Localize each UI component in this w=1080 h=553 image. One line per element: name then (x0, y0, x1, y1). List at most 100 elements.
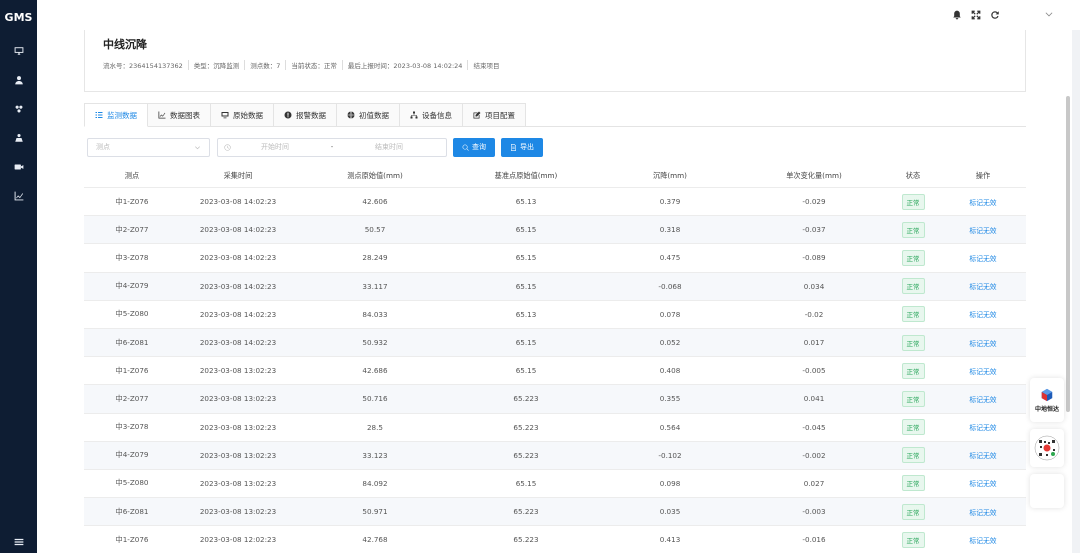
cell-settlement: 0.035 (659, 507, 681, 517)
fullscreen-button[interactable] (970, 9, 981, 20)
cell-action: 标记无效 (940, 450, 1026, 460)
tab-alarm-data[interactable]: 报警数据 (274, 103, 337, 127)
cell-action: 标记无效 (940, 478, 1026, 488)
sidebar-item-user[interactable] (0, 65, 37, 94)
sidebar-item-video[interactable] (0, 152, 37, 181)
monitor-icon (221, 112, 229, 119)
date-range-picker[interactable]: 开始时间 - 结束时间 (217, 137, 447, 157)
cell-base: 65.15 (515, 338, 537, 348)
mark-invalid-link[interactable]: 标记无效 (969, 452, 996, 460)
sidebar-item-org[interactable] (0, 94, 37, 123)
mark-invalid-link[interactable]: 标记无效 (969, 480, 996, 488)
column-header[interactable]: 状态 (886, 171, 940, 181)
point-select[interactable]: 测点 (87, 137, 210, 157)
column-header[interactable]: 基准点原始值(mm) (454, 171, 598, 181)
cell-change: 0.027 (803, 478, 825, 488)
cell-raw: 42.686 (362, 366, 388, 376)
meta-point-count: 测点数：7 (244, 60, 285, 70)
cell-raw: 33.123 (362, 450, 388, 460)
company-logo-label: 中地恒达 (1034, 405, 1059, 413)
mark-invalid-link[interactable]: 标记无效 (969, 537, 996, 545)
table-row: 中3-Z078 2023-03-08 13:02:23 28.5 65.223 0.56… (84, 414, 1026, 442)
cell-status: 正常 (886, 221, 940, 238)
sidebar-item-monitor[interactable] (0, 36, 37, 65)
cell-point: 中4-Z079 (115, 450, 149, 460)
cell-action: 标记无效 (940, 309, 1026, 319)
sidebar-menu-toggle[interactable] (0, 537, 37, 547)
tab-initial-data[interactable]: 初值数据 (337, 103, 400, 127)
query-button[interactable]: 查询 (453, 137, 495, 157)
column-header[interactable]: 单次变化量(mm) (742, 171, 886, 181)
cell-change: 0.041 (803, 394, 825, 404)
start-time-input[interactable]: 开始时间 (231, 142, 319, 152)
end-project-link[interactable]: 结束项目 (467, 60, 504, 70)
cell-time: 2023-03-08 14:02:23 (199, 225, 277, 235)
cell-status: 正常 (886, 447, 940, 464)
team-icon (14, 133, 23, 142)
sidebar-item-chart[interactable] (0, 181, 37, 210)
video-icon (14, 164, 23, 169)
column-header[interactable]: 测点 (84, 171, 180, 181)
cell-point: 中1-Z076 (115, 534, 149, 544)
status-badge: 正常 (901, 475, 925, 492)
sidebar-item-team[interactable] (0, 123, 37, 152)
table-row: 中1-Z076 2023-03-08 14:02:23 42.606 65.13 0.3… (84, 188, 1026, 217)
cell-raw: 84.033 (362, 309, 388, 319)
cell-point: 中2-Z077 (115, 224, 149, 234)
file-icon (511, 143, 516, 151)
meta-status: 当前状态：正常 (285, 60, 342, 70)
cell-point: 中5-Z080 (115, 478, 149, 488)
cell-settlement: 0.379 (659, 197, 681, 207)
scrollbar[interactable] (1066, 96, 1070, 412)
mark-invalid-link[interactable]: 标记无效 (969, 311, 996, 319)
column-header[interactable]: 沉降(mm) (598, 171, 742, 181)
mark-invalid-link[interactable]: 标记无效 (969, 396, 996, 404)
cell-time: 2023-03-08 14:02:23 (199, 309, 277, 319)
mark-invalid-link[interactable]: 标记无效 (969, 255, 996, 263)
cell-settlement: 0.078 (659, 309, 681, 319)
cell-action: 标记无效 (940, 507, 1026, 517)
tab-bar: 监测数据 数据图表 原始数据 报警数据 初值数据 设备信息 项目配置 (84, 103, 1026, 127)
cell-time: 2023-03-08 13:02:23 (199, 450, 277, 460)
notification-button[interactable] (951, 9, 962, 20)
tab-monitor-data[interactable]: 监测数据 (84, 103, 148, 127)
user-dropdown[interactable] (1044, 9, 1054, 19)
topbar (37, 0, 1080, 30)
cell-change: -0.016 (802, 535, 826, 545)
cell-time: 2023-03-08 14:02:23 (199, 281, 277, 291)
mark-invalid-link[interactable]: 标记无效 (969, 283, 996, 291)
end-time-input[interactable]: 结束时间 (345, 142, 433, 152)
tab-raw-data[interactable]: 原始数据 (211, 103, 274, 127)
table-row: 中4-Z079 2023-03-08 13:02:23 33.123 65.223 -0… (84, 441, 1026, 470)
cell-raw: 50.57 (364, 225, 386, 235)
tab-device-info[interactable]: 设备信息 (400, 103, 463, 127)
mark-invalid-link[interactable]: 标记无效 (969, 368, 996, 376)
cell-settlement: 0.355 (659, 394, 681, 404)
tab-data-chart[interactable]: 数据图表 (148, 103, 211, 127)
mark-invalid-link[interactable]: 标记无效 (969, 340, 996, 348)
status-badge: 正常 (901, 221, 925, 238)
export-button[interactable]: 导出 (501, 137, 543, 157)
company-logo-widget[interactable]: 中地恒达 (1030, 378, 1064, 422)
sitemap-icon (410, 111, 418, 119)
meta-type: 类型：沉降监测 (187, 60, 245, 70)
mark-invalid-link[interactable]: 标记无效 (969, 509, 996, 517)
brand-logo: GMS (4, 11, 33, 24)
cell-change: -0.002 (802, 450, 826, 460)
cell-status: 正常 (886, 306, 940, 323)
mark-invalid-link[interactable]: 标记无效 (969, 199, 996, 207)
table-row: 中2-Z077 2023-03-08 13:02:23 50.716 65.223 0.… (84, 385, 1026, 414)
cell-status: 正常 (886, 503, 940, 520)
table-row: 中2-Z077 2023-03-08 14:02:23 50.57 65.15 0.31… (84, 216, 1026, 245)
refresh-button[interactable] (989, 9, 1000, 20)
tab-project-config[interactable]: 项目配置 (463, 103, 526, 127)
mark-invalid-link[interactable]: 标记无效 (969, 227, 996, 235)
column-header[interactable]: 测点原始值(mm) (296, 171, 454, 181)
cell-raw: 50.932 (362, 338, 388, 348)
cell-time: 2023-03-08 13:02:23 (199, 422, 277, 432)
cell-time: 2023-03-08 12:02:23 (199, 535, 277, 545)
qr-code-widget[interactable] (1030, 429, 1064, 467)
column-header[interactable]: 采集时间 (180, 171, 296, 181)
blank-widget[interactable] (1030, 474, 1064, 508)
mark-invalid-link[interactable]: 标记无效 (969, 424, 996, 432)
